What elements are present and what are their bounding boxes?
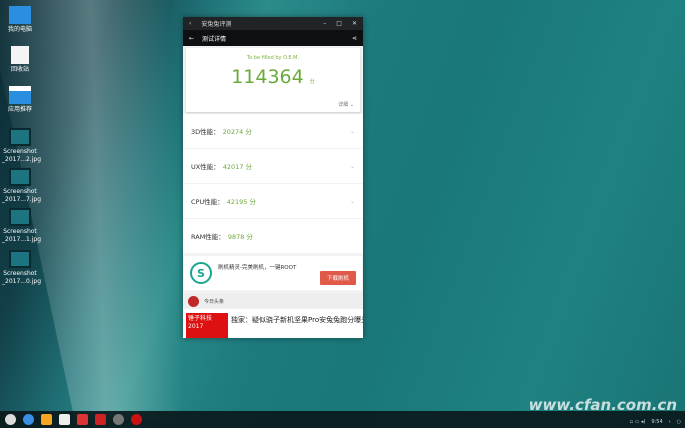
minimize-button[interactable]: – [323,20,326,27]
desktop-icon-file[interactable]: Screenshot _2017...2.jpg [2,128,41,164]
close-button[interactable]: ✕ [352,20,357,27]
image-file-icon [9,128,31,146]
chevron-down-icon: ⌄ [349,162,355,170]
article-headline: 独家：疑似骁子新机坚果Pro安兔兔跑分曝光 [231,316,363,324]
recycle-bin-icon [11,46,29,64]
desktop-icon-computer[interactable]: 我的电脑 [2,6,38,34]
page-title: 测试详情 [202,35,227,43]
row-value: 20274 分 [222,128,252,136]
home-nav-icon[interactable]: ○ [677,419,681,425]
score-row-ux[interactable]: UX性能： 42017 分 ⌄ [183,149,363,183]
back-nav-icon[interactable]: ‹ [669,419,671,425]
window-titlebar: ‹ 安兔兔评测 – □ ✕ [183,17,363,30]
score-unit: 分 [309,79,315,85]
flash-wizard-logo-icon: S [190,262,212,284]
desktop-icon-recycle-bin[interactable]: 回收站 [2,46,38,74]
file-manager-icon[interactable] [41,414,52,425]
chevron-down-icon: ⌄ [349,127,355,135]
share-icon[interactable]: ⋖ [352,35,357,42]
chevron-down-icon: ⌄ [349,197,355,205]
row-label: CPU性能： [191,198,224,206]
total-score: 114364 [231,66,304,88]
row-label: RAM性能： [191,233,225,241]
back-arrow-icon[interactable]: ← [189,35,194,42]
system-tray: ▫ ▭ ◂) 9:54 ‹ ○ [630,419,681,425]
row-label: 3D性能： [191,128,220,136]
ad-banner[interactable]: S 刷机精灵-完美刷机，一键ROOT 下载刷机 [184,256,362,290]
score-row-ram[interactable]: RAM性能： 9878 分 [183,219,363,253]
app-header: ← 测试详情 ⋖ [183,30,363,46]
window-title: 安兔兔评测 [201,21,232,28]
maximize-button[interactable]: □ [336,20,342,27]
settings-icon[interactable] [113,414,124,425]
antutu-icon[interactable] [131,414,142,425]
details-link[interactable]: 详细 ⌄ [338,101,354,108]
desktop-icon-file[interactable]: Screenshot _2017...1.jpg [2,208,41,244]
row-value: 42017 分 [222,163,252,171]
image-file-icon [9,168,31,186]
row-value: 9878 分 [227,233,253,241]
taskbar [0,411,685,428]
article-thumbnail: 锤子科技 2017 [186,313,228,338]
device-name: To be filled by O.E.M. [246,55,300,61]
score-row-cpu[interactable]: CPU性能： 42195 分 ⌄ [183,184,363,218]
ad-text: 刷机精灵-完美刷机，一键ROOT [218,265,297,271]
tray-icons: ▫ ▭ ◂) [629,419,646,425]
desktop-icon-file[interactable]: Screenshot _2017...0.jpg [2,250,41,286]
document-icon[interactable] [59,414,70,425]
back-icon[interactable]: ‹ [189,20,191,27]
app-icon[interactable] [95,414,106,425]
score-row-3d[interactable]: 3D性能： 20274 分 ⌄ [183,114,363,148]
desktop-icon-app-store[interactable]: 应用推荐 [2,86,38,114]
row-value: 42195 分 [226,198,256,206]
wps-icon[interactable] [77,414,88,425]
news-source: 今日头条 [204,298,225,305]
desktop-icon-file[interactable]: Screenshot _2017...7.jpg [2,168,41,204]
image-file-icon [9,208,31,226]
computer-icon [9,6,31,24]
browser-icon[interactable] [23,414,34,425]
clock: 9:54 [651,419,663,425]
toutiao-icon [188,295,199,307]
score-card: To be filled by O.E.M. 114364 分 详细 ⌄ [186,48,360,112]
app-store-icon [9,86,31,104]
image-file-icon [9,250,31,268]
news-header: 今日头条 [183,293,363,309]
news-article[interactable]: 锤子科技 2017 独家：疑似骁子新机坚果Pro安兔兔跑分曝光 [183,309,363,338]
row-label: UX性能： [191,163,220,171]
start-menu-icon[interactable] [5,414,16,425]
antutu-window: ‹ 安兔兔评测 – □ ✕ ← 测试详情 ⋖ To be filled by O.E… [183,17,363,338]
download-button[interactable]: 下载刷机 [319,271,356,285]
